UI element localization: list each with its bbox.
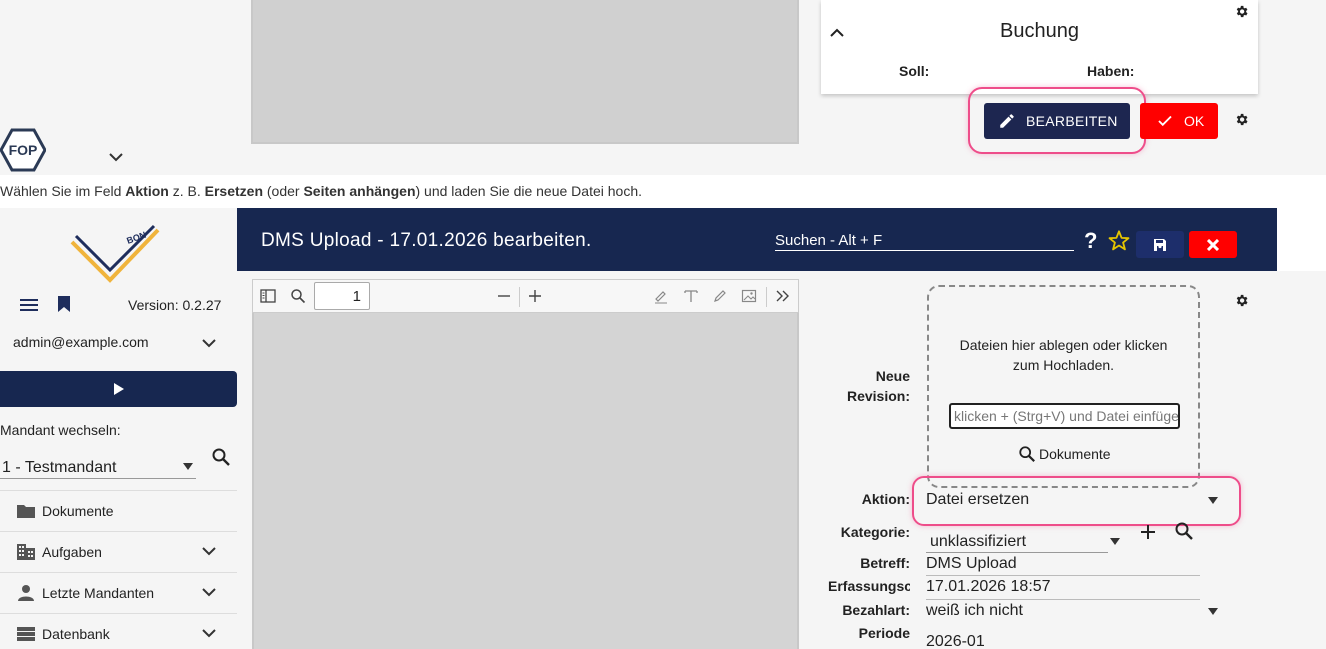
bezahlart-value: weiß ich nicht [926,602,1023,619]
double-chevron-right-icon[interactable] [775,289,791,303]
play-button[interactable] [0,371,237,407]
bon-logo: BON [70,224,162,284]
text-icon[interactable] [683,288,699,304]
menu-icon[interactable] [20,297,38,313]
sidebar-item-label: Dokumente [42,503,114,519]
periode-label: Periode [858,625,910,641]
help-icon[interactable]: ? [1084,228,1097,254]
erfassung-label: Erfassungsc [828,578,910,594]
page-number-input[interactable]: 1 [314,282,370,310]
mandant-select[interactable]: 1 - Testmandant [0,458,196,479]
betreff-underline [926,575,1200,576]
fop-logo: FOP [0,128,46,172]
mandant-value: 1 - Testmandant [2,459,117,476]
haben-label: Haben: [1087,63,1135,79]
user-email[interactable]: admin@example.com [13,334,149,350]
caret-down-icon[interactable] [1109,537,1121,547]
add-icon[interactable] [1139,523,1157,541]
kategorie-select[interactable]: unklassifiziert [926,531,1108,553]
check-icon [1156,112,1174,130]
gear-icon[interactable] [1234,112,1249,127]
list-icon [0,626,42,642]
play-icon [113,382,125,396]
close-icon [1207,238,1219,251]
bezahlart-label: Bezahlart: [842,602,910,618]
upload-text: Dateien hier ablegen oder klicken zum Ho… [959,337,1168,373]
mandant-label: Mandant wechseln: [0,422,121,438]
aktion-select[interactable]: Datei ersetzen [926,490,1222,512]
sidebar-item-datenbank[interactable]: Datenbank [0,613,237,649]
star-icon[interactable] [1108,230,1130,251]
buchung-card: Buchung Soll: Haben: [821,0,1258,94]
sidebar-item-letzte-mandanten[interactable]: Letzte Mandanten [0,572,237,613]
ok-button[interactable]: OK [1140,103,1218,139]
close-button[interactable] [1189,231,1237,258]
erfassung-field[interactable]: 17.01.2026 18:57 [926,578,1051,596]
app-header: DMS Upload - 17.01.2026 bearbeiten. Such… [237,208,1277,271]
periode-field[interactable]: 2026-01 [926,633,985,649]
edit-button[interactable]: BEARBEITEN [984,103,1130,139]
pdf-toolbar: 1 [252,279,799,313]
caret-down-icon [182,462,194,472]
search-input[interactable]: Suchen - Alt + F [775,232,1074,251]
chevron-down-icon [201,585,217,599]
caret-down-icon [1207,496,1219,506]
person-icon [0,584,42,602]
gear-icon[interactable] [1234,293,1249,308]
sidebar: BON Version: 0.2.27 admin@example.com Ma… [0,208,237,649]
page-title: DMS Upload - 17.01.2026 bearbeiten. [261,230,592,251]
sidebar-item-label: Letzte Mandanten [42,585,155,601]
kategorie-value: unklassifiziert [930,533,1027,550]
aktion-value: Datei ersetzen [926,491,1030,508]
bezahlart-select[interactable]: weiß ich nicht [926,601,1222,623]
gear-icon[interactable] [1234,4,1249,19]
caret-down-icon [1207,607,1219,617]
svg-text:FOP: FOP [9,142,38,158]
chevron-down-icon[interactable] [108,150,124,164]
bookmark-icon[interactable] [57,295,71,313]
kategorie-label: Kategorie: [840,524,910,540]
search-icon[interactable] [290,288,306,304]
sidebar-item-aufgaben[interactable]: Aufgaben [0,531,237,572]
zoom-in-icon[interactable] [528,289,542,303]
sidebar-item-dokumente[interactable]: Dokumente [0,490,237,531]
upload-dropzone[interactable]: Dateien hier ablegen oder klicken zum Ho… [927,285,1200,488]
top-document-viewer [251,0,799,144]
paste-input[interactable]: klicken + (Strg+V) und Datei einfügen [949,403,1180,429]
sidebar-item-label: Aufgaben [42,544,102,560]
card-title: Buchung [1000,20,1079,42]
neue-revision-label: Neue Revision: [846,368,910,404]
betreff-field[interactable]: DMS Upload [926,555,1017,573]
search-icon[interactable] [1174,521,1194,541]
chevron-down-icon[interactable] [201,336,217,350]
top-sidebar: FOP [0,0,237,175]
ok-button-label: OK [1184,113,1205,129]
pencil-icon [998,112,1016,130]
aktion-label: Aktion: [861,491,910,507]
building-icon [0,543,42,561]
draw-icon[interactable] [712,288,728,304]
erfassung-underline [926,599,1200,600]
search-icon[interactable] [211,447,231,467]
save-icon [1153,238,1167,252]
folder-icon [0,503,42,519]
edit-button-label: BEARBEITEN [1026,113,1118,129]
save-button[interactable] [1136,231,1184,258]
betreff-label: Betreff: [860,555,910,571]
pdf-viewer[interactable] [252,313,799,649]
documents-link[interactable]: Dokumente [1018,445,1111,463]
search-icon [1018,445,1036,463]
chevron-down-icon [201,626,217,640]
toolbar-divider [519,287,520,307]
image-icon[interactable] [741,288,757,304]
zoom-out-icon[interactable] [497,289,511,303]
sidebar-item-label: Datenbank [42,626,110,642]
soll-label: Soll: [899,63,930,79]
instruction-text: Wählen Sie im Feld Aktion z. B. Ersetzen… [0,183,642,199]
toolbar-divider [766,287,767,307]
version-label: Version: 0.2.27 [128,297,222,313]
sidebar-toggle-icon[interactable] [260,289,276,303]
chevron-down-icon [201,544,217,558]
highlight-icon[interactable] [653,288,669,304]
